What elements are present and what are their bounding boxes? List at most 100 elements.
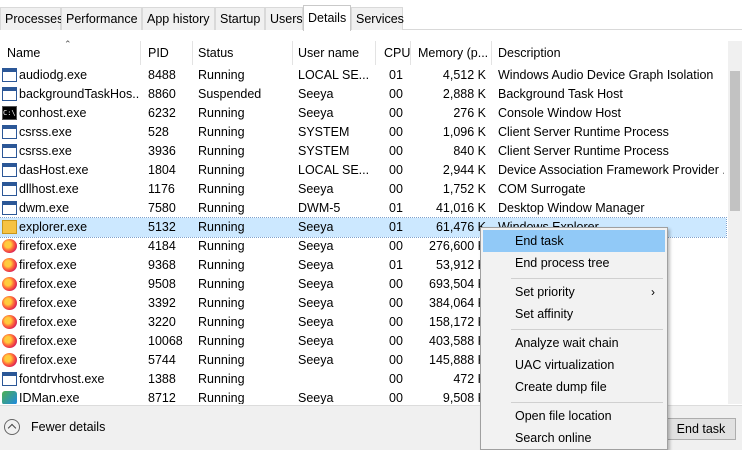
process-cpu: 00 <box>389 277 403 291</box>
process-status: Running <box>198 296 245 310</box>
table-row[interactable]: C:\ conhost.exe 6232 Running Seeya 00 276 K Con… <box>0 104 726 123</box>
tab-processes[interactable]: Processes <box>0 7 63 30</box>
column-header-description[interactable]: Description <box>498 41 561 65</box>
menu-item-uac-virtualization[interactable]: UAC virtualization <box>483 354 665 376</box>
table-row[interactable]: dasHost.exe 1804 Running LOCAL SE... 00 2,944… <box>0 161 726 180</box>
process-pid: 1388 <box>148 372 176 386</box>
column-divider[interactable] <box>192 41 193 65</box>
process-pid: 8488 <box>148 68 176 82</box>
menu-item-set-priority[interactable]: Set priority › <box>483 281 665 303</box>
process-user: DWM-5 <box>298 201 341 215</box>
column-divider[interactable] <box>410 41 411 65</box>
firefox-icon <box>2 277 17 291</box>
process-memory: 384,064 K <box>429 296 486 310</box>
window-icon <box>2 182 17 196</box>
process-name: firefox.exe <box>19 315 77 329</box>
process-status: Running <box>198 182 245 196</box>
process-name: dwm.exe <box>19 201 70 215</box>
process-name: conhost.exe <box>19 106 87 120</box>
column-header-pid[interactable]: PID <box>148 41 169 65</box>
tab-startup[interactable]: Startup <box>215 7 265 30</box>
column-header-name[interactable]: Name <box>7 41 40 65</box>
process-name: dllhost.exe <box>19 182 79 196</box>
menu-item-search-online[interactable]: Search online <box>483 427 665 449</box>
process-cpu: 00 <box>389 163 403 177</box>
process-pid: 3220 <box>148 315 176 329</box>
process-user: Seeya <box>298 334 334 348</box>
process-description: Client Server Runtime Process <box>498 144 669 158</box>
process-memory: 403,588 K <box>429 334 486 348</box>
process-cpu: 00 <box>389 315 403 329</box>
process-pid: 1176 <box>148 182 175 196</box>
tab-strip: Processes Performance App history Startu… <box>0 0 742 31</box>
process-pid: 8712 <box>148 391 176 404</box>
menu-item-label: End task <box>515 234 564 248</box>
column-divider[interactable] <box>375 41 376 65</box>
fewer-details-label: Fewer details <box>31 420 106 434</box>
column-divider[interactable] <box>292 41 293 65</box>
process-memory: 61,476 K <box>435 220 486 234</box>
tab-services[interactable]: Services <box>351 7 404 30</box>
tab-details[interactable]: Details <box>303 5 351 31</box>
process-pid: 3392 <box>148 296 176 310</box>
tab-app-history[interactable]: App history <box>142 7 215 30</box>
menu-item-analyze-wait-chain[interactable]: Analyze wait chain <box>483 332 665 354</box>
table-row[interactable]: csrss.exe 3936 Running SYSTEM 00 840 K Client … <box>0 142 726 161</box>
table-row[interactable]: audiodg.exe 8488 Running LOCAL SE... 01 4,512… <box>0 66 726 85</box>
process-cpu: 01 <box>389 201 403 215</box>
process-memory: 158,172 K <box>429 315 486 329</box>
process-name: IDMan.exe <box>19 391 80 404</box>
window-icon <box>2 68 17 82</box>
process-pid: 10068 <box>148 334 183 348</box>
process-name: firefox.exe <box>19 277 77 291</box>
column-header-user[interactable]: User name <box>298 41 359 65</box>
process-status: Running <box>198 258 245 272</box>
vertical-scrollbar[interactable] <box>728 41 742 404</box>
menu-item-end-process-tree[interactable]: End process tree <box>483 252 665 274</box>
menu-separator <box>511 329 663 330</box>
column-divider[interactable] <box>140 41 141 65</box>
table-row[interactable]: dwm.exe 7580 Running DWM-5 01 41,016 K Desktop… <box>0 199 726 218</box>
column-header-memory[interactable]: Memory (p... <box>418 41 488 65</box>
process-pid: 6232 <box>148 106 176 120</box>
tab-performance[interactable]: Performance <box>61 7 142 30</box>
process-pid: 528 <box>148 125 169 139</box>
end-task-button[interactable]: End task <box>666 418 736 440</box>
column-header-cpu[interactable]: CPU <box>384 41 410 65</box>
process-user: Seeya <box>298 182 334 196</box>
process-cpu: 00 <box>389 106 403 120</box>
chevron-right-icon: › <box>651 285 655 299</box>
column-header-row: Name PID Status User name CPU Memory (p.… <box>0 41 728 65</box>
menu-item-set-affinity[interactable]: Set affinity <box>483 303 665 325</box>
window-icon <box>2 87 17 101</box>
menu-item-open-file-location[interactable]: Open file location <box>483 405 665 427</box>
process-status: Running <box>198 125 245 139</box>
process-status: Running <box>198 277 245 291</box>
menu-item-create-dump-file[interactable]: Create dump file <box>483 376 665 398</box>
process-user <box>298 370 372 389</box>
table-row[interactable]: dllhost.exe 1176 Running Seeya 00 1,752 K COM … <box>0 180 726 199</box>
process-user: SYSTEM <box>298 125 350 139</box>
column-divider[interactable] <box>491 41 492 65</box>
menu-item-end-task[interactable]: End task <box>483 230 665 252</box>
process-name: audiodg.exe <box>19 68 88 82</box>
table-row[interactable]: csrss.exe 528 Running SYSTEM 00 1,096 K Client… <box>0 123 726 142</box>
column-header-status[interactable]: Status <box>198 41 233 65</box>
process-cpu: 01 <box>389 68 403 82</box>
process-cpu: 00 <box>389 87 403 101</box>
menu-separator <box>511 278 663 279</box>
process-user: Seeya <box>298 239 334 253</box>
process-name: explorer.exe <box>19 220 88 234</box>
console-icon: C:\ <box>2 106 17 120</box>
menu-item-label: Open file location <box>515 409 612 423</box>
firefox-icon <box>2 353 17 367</box>
tab-users[interactable]: Users <box>265 7 303 30</box>
process-memory: 9,508 K <box>442 391 486 404</box>
process-memory: 276 K <box>453 106 486 120</box>
process-name: firefox.exe <box>19 239 77 253</box>
scrollbar-thumb[interactable] <box>730 71 740 211</box>
process-memory: 2,888 K <box>442 87 486 101</box>
table-row[interactable]: backgroundTaskHos... 8860 Suspended Seeya 00… <box>0 85 726 104</box>
process-status: Running <box>198 220 245 234</box>
window-icon <box>2 163 17 177</box>
